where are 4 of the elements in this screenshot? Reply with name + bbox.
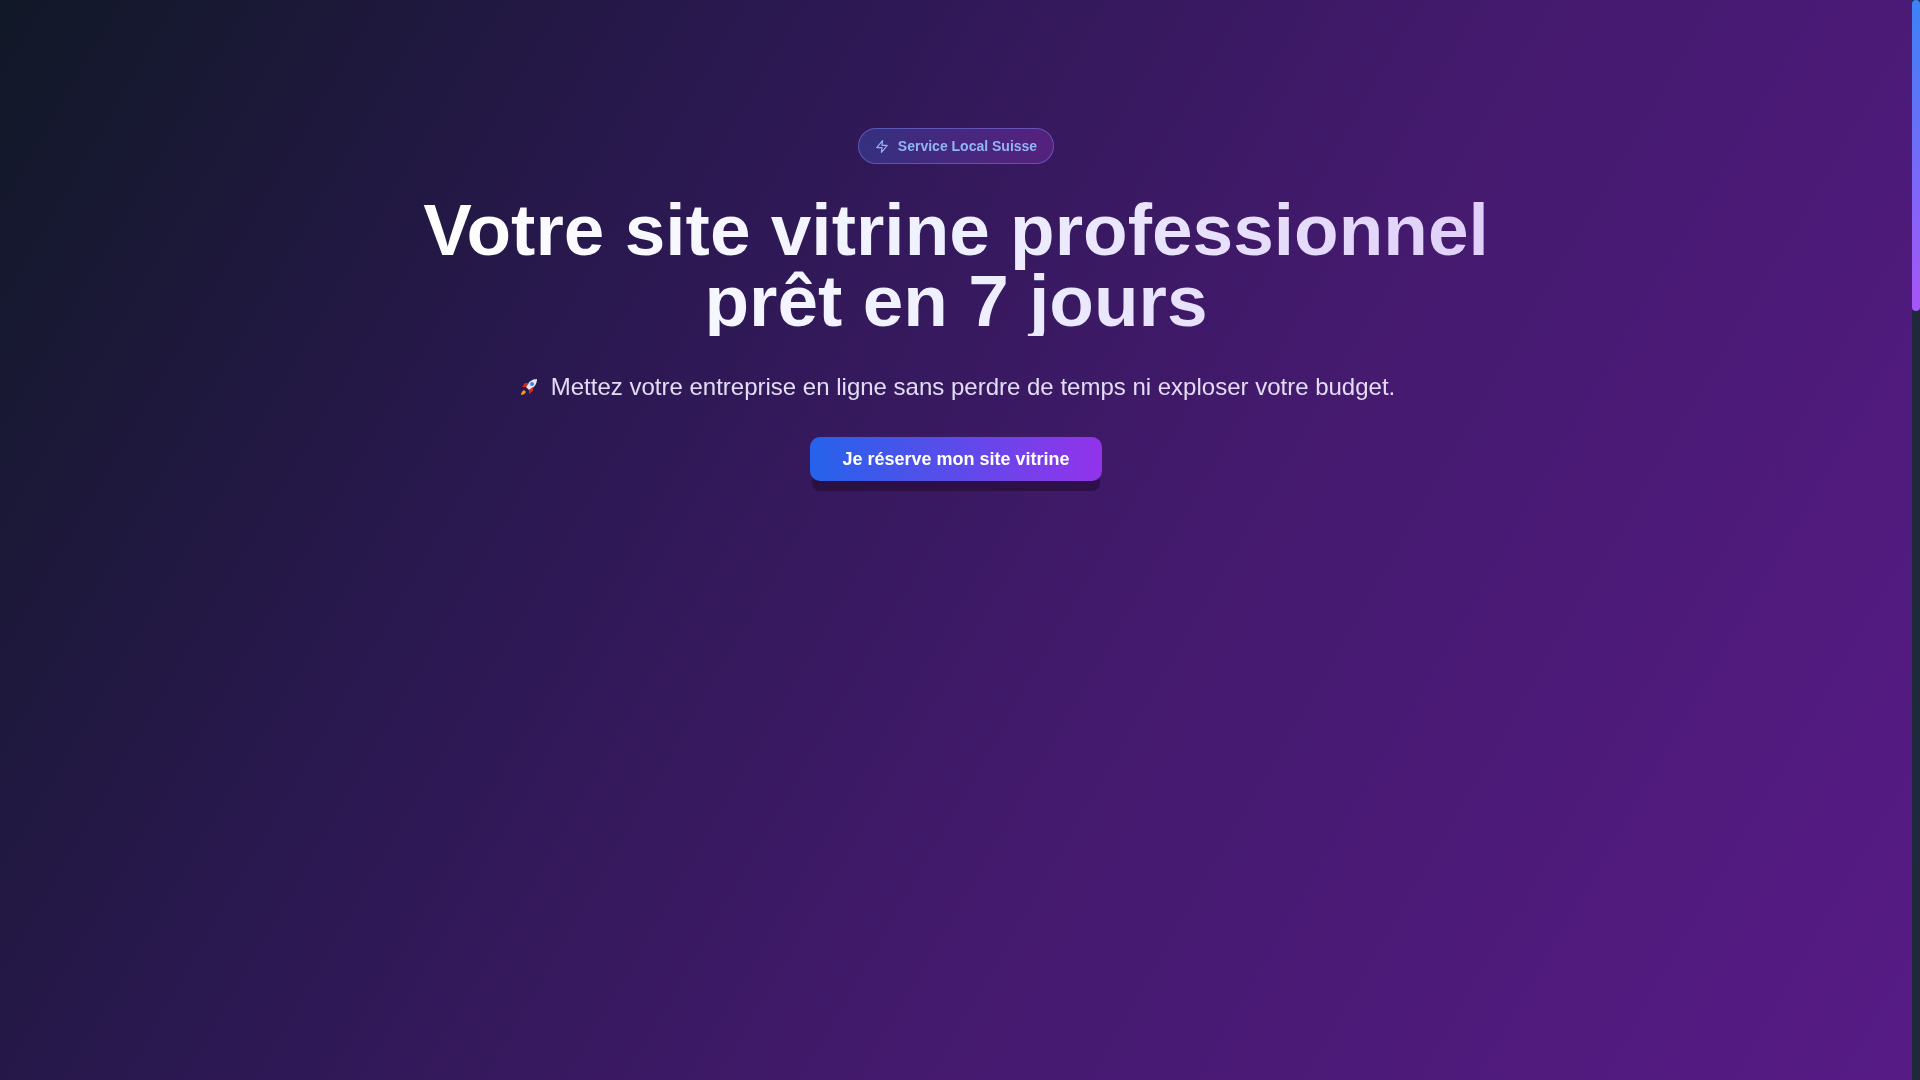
scrollbar-thumb[interactable] <box>1912 0 1920 311</box>
hero-subtitle: Mettez votre entreprise en ligne sans perdre de temps ni exploser votre budget. <box>550 373 1396 401</box>
lightning-icon <box>874 138 889 154</box>
badge-label: Service Local Suisse <box>897 138 1038 154</box>
